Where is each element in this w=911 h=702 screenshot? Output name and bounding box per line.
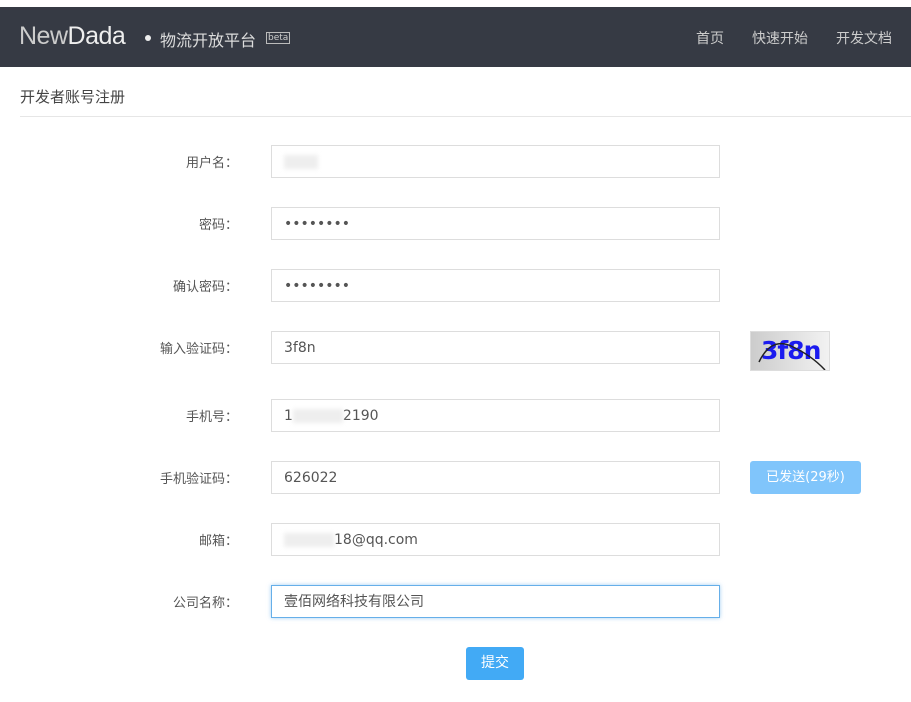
email-suffix: 18@qq.com [334,532,418,548]
username-label: 用户名： [185,156,238,171]
phone-prefix: 1 [284,408,293,424]
password-input[interactable]: •••••••• [271,207,720,240]
row-phone: 手机号： 1 2190 [0,399,911,432]
row-sms-code: 手机验证码： 626022 已发送(29秒) [0,461,911,494]
confirm-password-input[interactable]: •••••••• [271,269,720,302]
nav-docs[interactable]: 开发文档 [836,28,892,48]
top-strip [0,0,911,7]
company-label: 公司名称： [172,596,238,611]
row-captcha: 输入验证码： 3f8n 3f8n [0,331,911,371]
row-email: 邮箱： 18@qq.com [0,523,911,556]
logo-dada: Dada [67,22,126,50]
redacted-blur [292,409,343,423]
captcha-input[interactable]: 3f8n [271,331,720,364]
company-input[interactable]: 壹佰网络科技有限公司 [271,585,720,618]
row-username: 用户名： [0,145,911,178]
phone-label: 手机号： [185,410,238,425]
username-input[interactable] [271,145,720,178]
captcha-noise-icon [758,342,826,370]
send-code-button[interactable]: 已发送(29秒) [750,461,861,494]
header: NewDada 物流开放平台 beta 首页 快速开始 开发文档 [0,7,911,67]
logo-new: New [19,22,68,50]
email-input[interactable]: 18@qq.com [271,523,720,556]
phone-suffix: 2190 [342,408,379,424]
sms-code-input[interactable]: 626022 [271,461,720,494]
nav-quick-start[interactable]: 快速开始 [752,28,808,48]
beta-badge: beta [266,32,291,44]
row-password: 密码： •••••••• [0,207,911,240]
redacted-blur [284,533,334,547]
captcha-image[interactable]: 3f8n [750,331,830,371]
divider [20,116,911,117]
platform-name: 物流开放平台 [160,31,257,50]
captcha-label: 输入验证码： [159,342,238,357]
email-label: 邮箱： [198,534,238,549]
redacted-blur [284,155,318,169]
phone-input[interactable]: 1 2190 [271,399,720,432]
page-title: 开发者账号注册 [20,88,126,106]
logo[interactable]: NewDada [19,22,126,51]
password-label: 密码： [198,218,238,233]
row-confirm-password: 确认密码： •••••••• [0,269,911,302]
confirm-password-label: 确认密码： [172,280,238,295]
nav-home[interactable]: 首页 [696,28,724,48]
sms-code-label: 手机验证码： [159,472,238,487]
row-company: 公司名称： 壹佰网络科技有限公司 [0,585,911,618]
dot-separator [145,35,151,41]
submit-button[interactable]: 提交 [466,647,524,680]
